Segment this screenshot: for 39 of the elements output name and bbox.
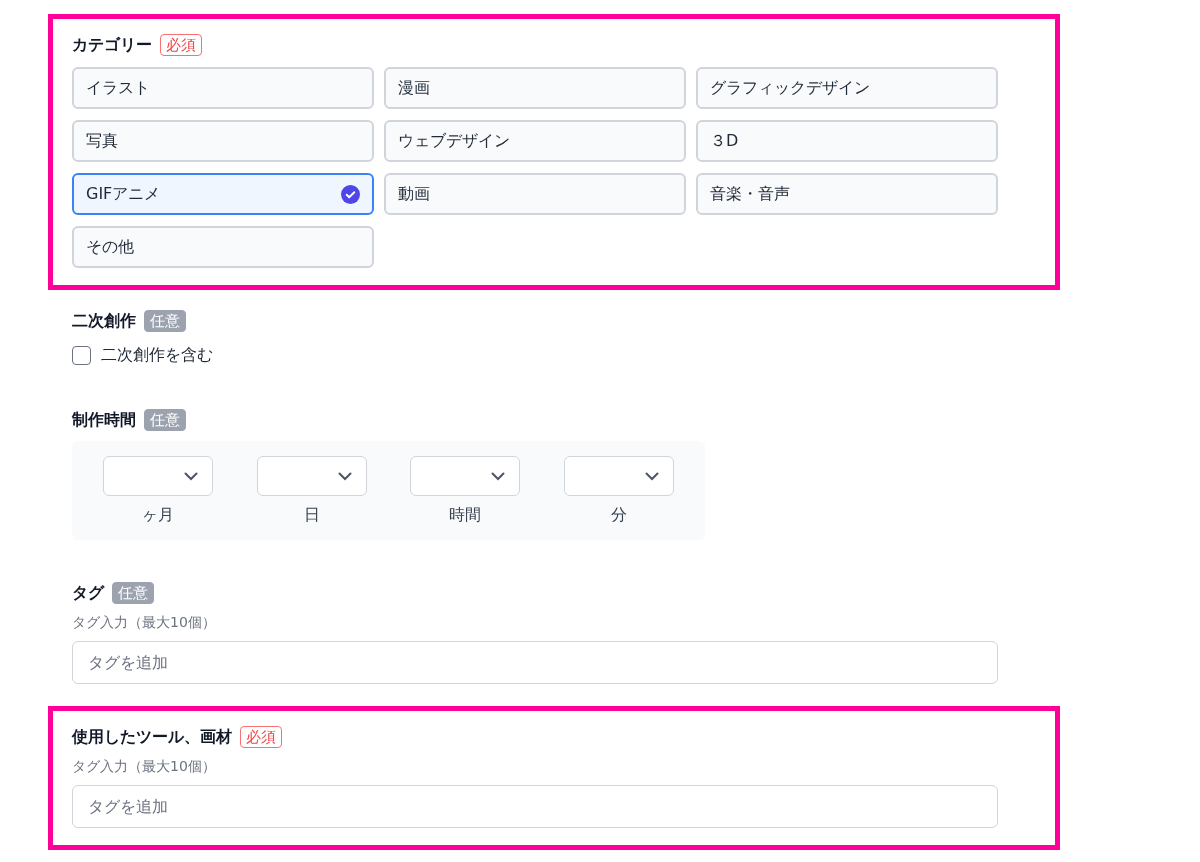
field-badge: 任意 [144, 310, 186, 332]
field-label: カテゴリー [72, 34, 152, 56]
field-label: 使用したツール、画材 [72, 726, 232, 748]
category-option[interactable]: イラスト [72, 67, 374, 109]
input-hint: タグ入力（最大10個） [72, 614, 217, 630]
category-option[interactable]: グラフィックデザイン [696, 67, 998, 109]
field-label: 二次創作 [72, 310, 136, 332]
category-option[interactable]: 動画 [384, 173, 686, 215]
category-option[interactable]: 漫画 [384, 67, 686, 109]
select-dropdown[interactable] [410, 456, 521, 496]
input-hint: タグ入力（最大10個） [72, 758, 217, 774]
chevron-down-icon [645, 471, 660, 481]
checkbox-label: 二次創作を含む [101, 344, 213, 366]
tag-input-field[interactable]: タグを追加 [72, 641, 998, 684]
category-option[interactable]: ３D [696, 120, 998, 162]
checkbox[interactable] [72, 345, 91, 365]
field-label: タグ [72, 582, 104, 604]
chevron-down-icon [491, 471, 506, 481]
field-badge: 必須 [240, 726, 282, 748]
field-badge: 必須 [160, 34, 202, 56]
category-option[interactable]: 写真 [72, 120, 374, 162]
unit-label: 分 [611, 506, 628, 523]
unit-label: 時間 [449, 506, 482, 523]
chevron-down-icon [337, 471, 352, 481]
check-circle-icon [341, 184, 360, 204]
category-option[interactable]: 音楽・音声 [696, 173, 998, 215]
unit-label: ヶ月 [141, 506, 174, 523]
category-option[interactable]: ウェブデザイン [384, 120, 686, 162]
select-dropdown[interactable] [102, 456, 213, 496]
field-badge: 任意 [112, 582, 154, 604]
field-badge: 任意 [144, 409, 186, 431]
tag-input-field[interactable]: タグを追加 [72, 785, 998, 828]
chevron-down-icon [183, 471, 198, 481]
unit-label: 日 [303, 506, 320, 523]
category-option[interactable]: GIFアニメ [72, 173, 374, 215]
select-dropdown[interactable] [256, 456, 367, 496]
select-dropdown[interactable] [564, 456, 675, 496]
field-label: 制作時間 [72, 409, 136, 431]
category-option[interactable]: その他 [72, 226, 374, 268]
